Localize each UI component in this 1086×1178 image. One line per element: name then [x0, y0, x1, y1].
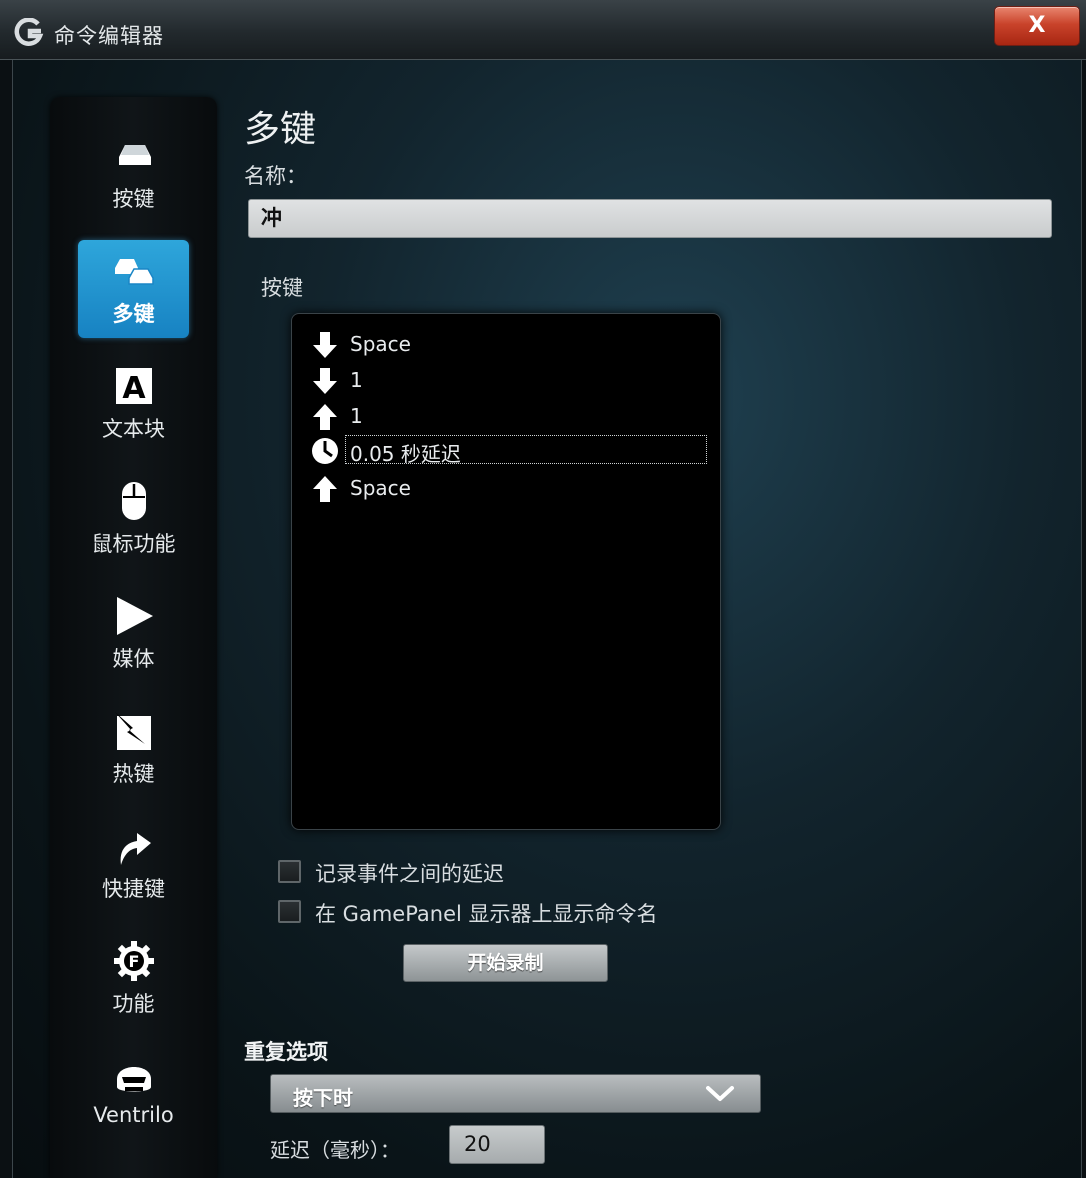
- name-label: 名称：: [244, 164, 307, 188]
- sidebar-item-multikey[interactable]: 多键: [78, 240, 189, 338]
- key-event-row[interactable]: 1: [308, 364, 708, 396]
- text-block-icon: A: [116, 368, 152, 406]
- record-delay-label: 记录事件之间的延迟: [315, 862, 504, 886]
- key-icon: [119, 145, 151, 165]
- headset-icon: [117, 1067, 151, 1092]
- window-title: 命令编辑器: [54, 24, 164, 48]
- sidebar-item-label: 快捷键: [102, 877, 165, 901]
- sidebar-item-key[interactable]: 按键: [78, 125, 189, 223]
- sidebar-item-label: 按键: [112, 187, 155, 211]
- key-event-list[interactable]: Space 1 1 0.05 秒延迟 Space: [291, 313, 721, 830]
- sidebar-item-hotkey[interactable]: 热键: [78, 700, 189, 798]
- sidebar-item-label: Ventrilo: [93, 1103, 174, 1127]
- multi-key-icon: [115, 259, 154, 285]
- function-gear-icon: F: [114, 941, 154, 981]
- sidebar-item-function[interactable]: F 功能: [78, 930, 189, 1028]
- close-button[interactable]: X: [994, 6, 1080, 46]
- sidebar-item-label: 多键: [112, 302, 155, 326]
- delay-label: 延迟（毫秒）：: [270, 1138, 400, 1162]
- gamepanel-checkbox[interactable]: [278, 900, 301, 923]
- sidebar-item-mouse[interactable]: 鼠标功能: [78, 470, 189, 568]
- key-event-row[interactable]: Space: [308, 328, 708, 360]
- arrow-up-icon: [313, 404, 337, 430]
- svg-text:A: A: [122, 371, 146, 406]
- sidebar-item-label: 鼠标功能: [91, 532, 176, 556]
- key-event-text: Space: [350, 476, 411, 500]
- title-bar: 命令编辑器 X: [0, 0, 1086, 60]
- repeat-options-dropdown[interactable]: 按下时: [270, 1074, 761, 1113]
- clock-icon: [312, 438, 338, 464]
- page-title: 多键: [244, 109, 317, 150]
- key-event-row[interactable]: Space: [308, 472, 708, 504]
- key-event-text: Space: [350, 332, 411, 356]
- key-event-row[interactable]: 1: [308, 400, 708, 432]
- record-delay-checkbox[interactable]: [278, 860, 301, 883]
- delay-ms-input[interactable]: 20: [449, 1125, 545, 1164]
- name-input[interactable]: 冲: [248, 199, 1052, 238]
- sidebar-item-label: 热键: [112, 762, 155, 786]
- arrow-down-icon: [313, 332, 337, 358]
- svg-text:F: F: [129, 952, 140, 971]
- chevron-down-icon: [706, 1086, 734, 1101]
- key-event-row-selected[interactable]: 0.05 秒延迟: [308, 434, 708, 466]
- command-type-sidebar: 按键 多键 A 文本块 鼠标功能 媒体 热键 快捷键 F 功能 Ventrilo: [50, 97, 217, 1178]
- start-recording-button[interactable]: 开始录制: [403, 944, 608, 982]
- key-event-text: 0.05 秒延迟: [345, 435, 707, 466]
- sidebar-item-text-block[interactable]: A 文本块: [78, 355, 189, 453]
- key-event-text: 1: [350, 404, 363, 428]
- sidebar-item-ventrilo[interactable]: Ventrilo: [78, 1045, 189, 1143]
- gamepanel-label: 在 GamePanel 显示器上显示命令名: [315, 902, 658, 926]
- keys-label: 按键: [261, 276, 303, 300]
- arrow-down-icon: [313, 368, 337, 394]
- hotkey-icon: [115, 712, 151, 750]
- sidebar-item-label: 文本块: [102, 417, 165, 441]
- repeat-options-value: 按下时: [293, 1086, 353, 1110]
- sidebar-item-shortcut[interactable]: 快捷键: [78, 815, 189, 913]
- key-event-text: 1: [350, 368, 363, 392]
- sidebar-item-label: 功能: [112, 992, 155, 1016]
- shortcut-arrow-icon: [120, 833, 151, 865]
- sidebar-item-label: 媒体: [112, 647, 155, 671]
- arrow-up-icon: [313, 476, 337, 502]
- mouse-icon: [122, 482, 146, 520]
- play-icon: [117, 597, 153, 635]
- repeat-options-label: 重复选项: [244, 1040, 328, 1064]
- sidebar-item-media[interactable]: 媒体: [78, 585, 189, 683]
- logitech-g-logo-icon: [14, 18, 44, 46]
